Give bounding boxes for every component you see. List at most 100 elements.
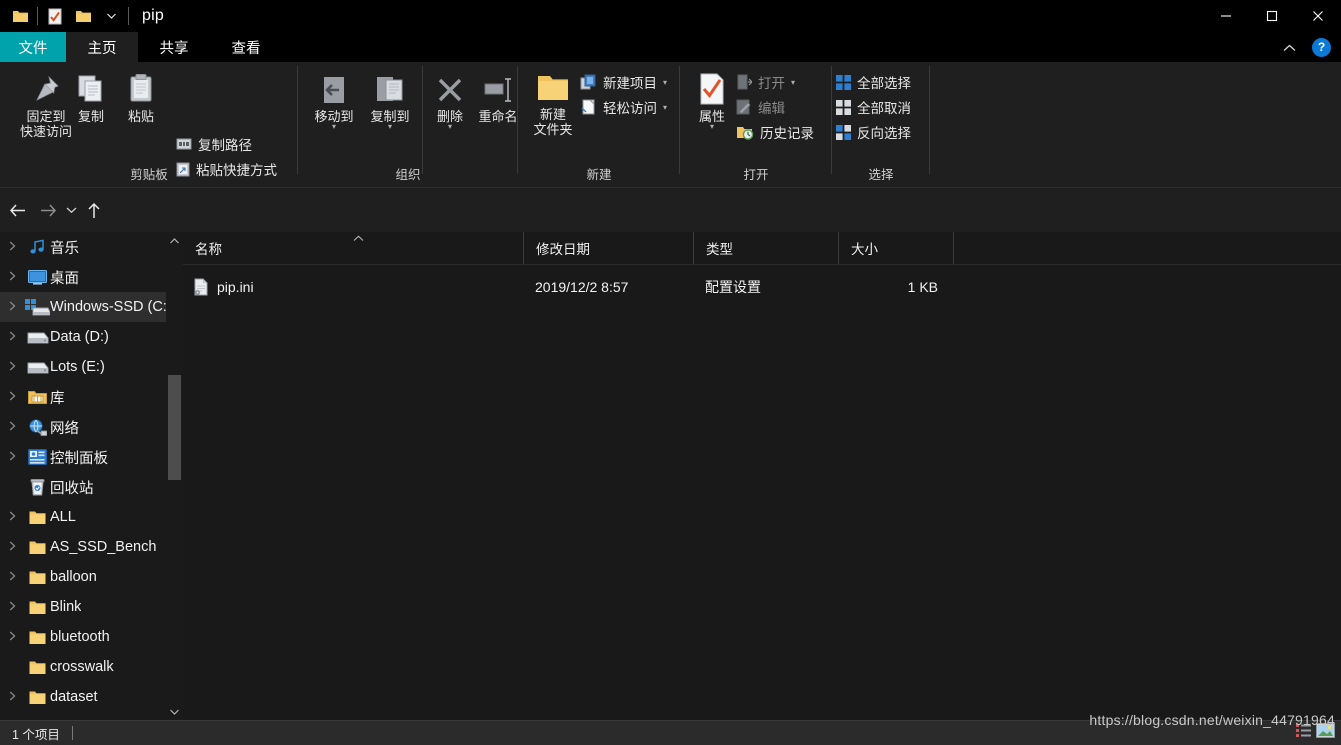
edit-button[interactable]: 编辑 <box>736 97 785 117</box>
tab-home[interactable]: 主页 <box>66 32 138 62</box>
sidebar-item-item-5[interactable]: 库 <box>0 382 183 412</box>
sidebar-item-item-7[interactable]: 控制面板 <box>0 442 183 472</box>
chevron-right-icon[interactable] <box>0 241 24 254</box>
paste-button[interactable]: 粘贴 <box>116 72 166 124</box>
back-arrow-icon <box>9 203 25 217</box>
sidebar-item-as-ssd-bench[interactable]: AS_SSD_Bench <box>0 532 183 562</box>
folder-icon <box>24 630 50 645</box>
column-header-type[interactable]: 类型 <box>693 232 838 264</box>
sidebar-scrollbar-thumb[interactable] <box>168 375 181 480</box>
column-header-name-label: 名称 <box>195 242 222 257</box>
edit-icon <box>736 99 751 115</box>
new-item-caret-icon[interactable]: ▾ <box>663 78 667 87</box>
chevron-right-icon[interactable] <box>0 361 24 374</box>
up-button[interactable] <box>82 188 106 232</box>
chevron-right-icon[interactable] <box>0 571 24 584</box>
delete-caret-icon[interactable]: ▾ <box>448 123 452 131</box>
chevron-right-icon[interactable] <box>0 691 24 704</box>
open-icon <box>737 74 752 90</box>
chevron-right-icon[interactable] <box>0 391 24 404</box>
sidebar-item-dataset[interactable]: dataset <box>0 682 183 712</box>
sidebar-item-lots-e[interactable]: Lots (E:) <box>0 352 183 382</box>
properties-icon[interactable] <box>41 3 69 29</box>
sidebar-item-all[interactable]: ALL <box>0 502 183 532</box>
sidebar-item-item-6[interactable]: 网络 <box>0 412 183 442</box>
help-button[interactable]: ? <box>1312 37 1331 57</box>
details-view-icon[interactable] <box>1295 723 1312 743</box>
pin-icon <box>36 75 59 101</box>
tab-share[interactable]: 共享 <box>138 32 210 62</box>
select-none-label: 全部取消 <box>857 101 911 116</box>
folder-icon[interactable] <box>6 3 34 29</box>
sidebar-item-balloon[interactable]: balloon <box>0 562 183 592</box>
move-to-caret-icon[interactable]: ▾ <box>332 123 336 131</box>
chevron-right-icon[interactable] <box>0 301 24 314</box>
chevron-right-icon[interactable] <box>0 511 24 524</box>
minimize-button[interactable] <box>1203 0 1249 32</box>
forward-button[interactable] <box>34 188 62 232</box>
easy-access-button[interactable]: 轻松访问 ▾ <box>580 97 667 117</box>
copy-button[interactable]: 复制 <box>66 72 116 124</box>
select-all-button[interactable]: 全部选择 <box>836 72 911 92</box>
sidebar-item-windows-ssd-c[interactable]: Windows-SSD (C:) <box>0 292 183 322</box>
table-row[interactable]: pip.ini 2019/12/2 8:57 配置设置 1 KB <box>183 274 1341 300</box>
move-to-button[interactable]: 移动到 ▾ <box>306 74 362 131</box>
chevron-right-icon[interactable] <box>0 331 24 344</box>
sidebar-item-data-d[interactable]: Data (D:) <box>0 322 183 352</box>
tab-view[interactable]: 查看 <box>210 32 282 62</box>
delete-button[interactable]: 删除 ▾ <box>428 74 472 131</box>
chevron-right-icon[interactable] <box>0 631 24 644</box>
copy-path-icon <box>176 138 192 149</box>
chevron-right-icon[interactable] <box>0 421 24 434</box>
scroll-up-icon[interactable] <box>166 232 183 249</box>
new-folder-icon[interactable] <box>69 3 97 29</box>
chevron-right-icon[interactable] <box>0 601 24 614</box>
new-folder-label-line2: 文件夹 <box>533 122 573 137</box>
sidebar-item-item-0[interactable]: 音乐 <box>0 232 183 262</box>
sidebar-item-label: balloon <box>50 569 97 585</box>
new-item-button[interactable]: 新建项目 ▾ <box>580 72 667 92</box>
column-header-name[interactable]: 名称 <box>183 232 523 264</box>
column-header-extra[interactable] <box>953 232 1013 264</box>
copy-to-caret-icon[interactable]: ▾ <box>388 123 392 131</box>
scroll-down-icon[interactable] <box>166 703 183 720</box>
history-button[interactable]: 历史记录 <box>736 122 814 142</box>
maximize-button[interactable] <box>1249 0 1295 32</box>
back-button[interactable] <box>2 188 34 232</box>
select-none-button[interactable]: 全部取消 <box>836 97 911 117</box>
close-button[interactable] <box>1295 0 1341 32</box>
chevron-right-icon[interactable] <box>0 451 24 464</box>
copy-to-button[interactable]: 复制到 ▾ <box>362 74 418 131</box>
new-folder-icon <box>538 76 568 100</box>
sidebar-item-label: 音乐 <box>50 240 79 257</box>
ribbon-group-open: 属性 ▾ 打开 ▾ 编辑 历史记录 打开 <box>680 62 832 187</box>
sidebar-item-bluetooth[interactable]: bluetooth <box>0 622 183 652</box>
sidebar-item-blink[interactable]: Blink <box>0 592 183 622</box>
chevron-right-icon[interactable] <box>0 541 24 554</box>
open-button[interactable]: 打开 ▾ <box>736 72 795 92</box>
dropdown-caret-icon[interactable] <box>97 3 125 29</box>
file-name-cell[interactable]: pip.ini <box>193 278 254 296</box>
sidebar-scrollbar[interactable] <box>166 232 183 720</box>
sidebar-item-item-1[interactable]: 桌面 <box>0 262 183 292</box>
column-header-size[interactable]: 大小 <box>838 232 953 264</box>
tab-file[interactable]: 文件 <box>0 32 66 62</box>
new-folder-button[interactable]: 新建 文件夹 <box>526 72 580 137</box>
chevron-up-icon[interactable] <box>1277 40 1302 55</box>
sidebar-item-item-8[interactable]: 回收站 <box>0 472 183 502</box>
properties-caret-icon[interactable]: ▾ <box>710 123 714 131</box>
open-caret-icon[interactable]: ▾ <box>791 78 795 87</box>
copy-path-button[interactable]: 复制路径 <box>176 134 252 154</box>
column-header-date[interactable]: 修改日期 <box>523 232 693 264</box>
properties-icon <box>700 73 724 105</box>
copy-to-icon <box>377 77 403 101</box>
properties-button[interactable]: 属性 ▾ <box>688 72 736 131</box>
large-icons-view-icon[interactable] <box>1316 723 1335 743</box>
sidebar-item-crosswalk[interactable]: crosswalk <box>0 652 183 682</box>
window-title: pip <box>142 7 164 24</box>
sidebar-item-label: Windows-SSD (C:) <box>50 299 172 315</box>
invert-selection-button[interactable]: 反向选择 <box>836 122 911 142</box>
easy-access-caret-icon[interactable]: ▾ <box>663 103 667 112</box>
recent-locations-button[interactable] <box>60 188 82 232</box>
chevron-right-icon[interactable] <box>0 271 24 284</box>
